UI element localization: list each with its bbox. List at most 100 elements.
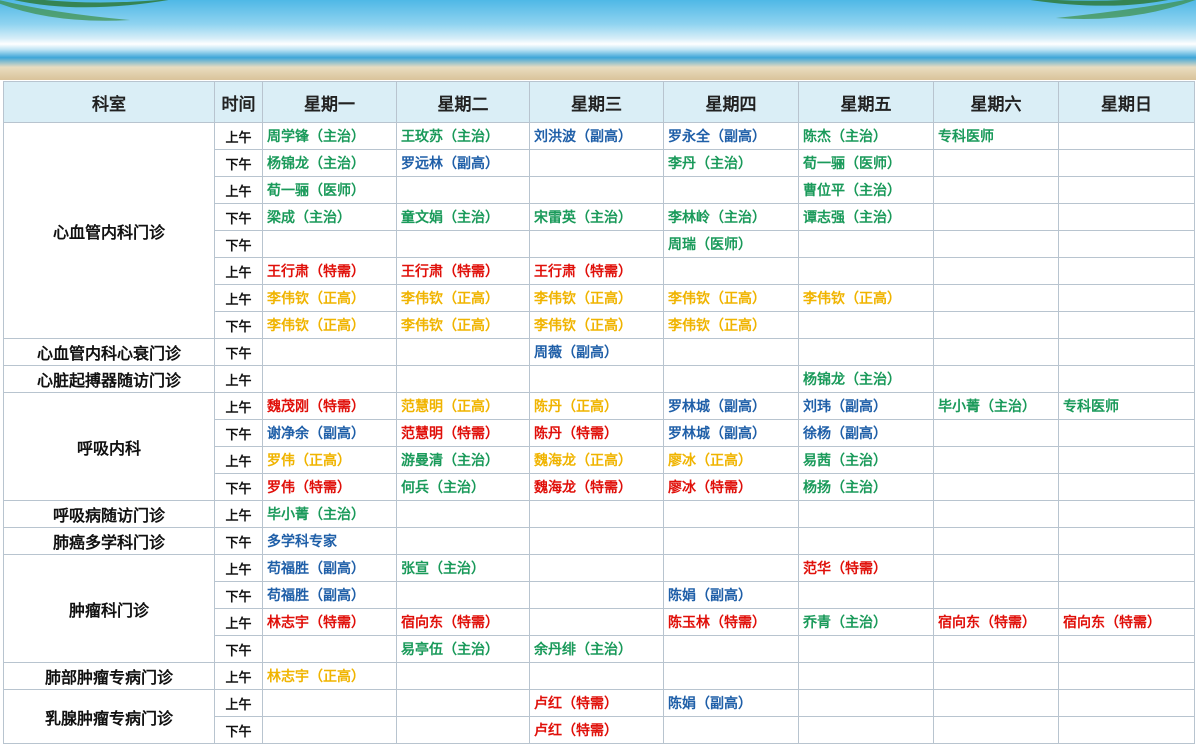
doctor-cell[interactable] bbox=[1058, 500, 1195, 528]
doctor-cell[interactable] bbox=[1058, 311, 1195, 339]
doctor-cell[interactable] bbox=[798, 635, 934, 663]
doctor-cell[interactable]: 李伟钦（正高） bbox=[798, 284, 934, 312]
doctor-cell[interactable] bbox=[529, 662, 664, 690]
doctor-cell[interactable] bbox=[1058, 257, 1195, 285]
doctor-cell[interactable] bbox=[798, 311, 934, 339]
doctor-cell[interactable] bbox=[933, 230, 1059, 258]
doctor-cell[interactable]: 廖冰（特需） bbox=[663, 473, 799, 501]
doctor-cell[interactable] bbox=[933, 365, 1059, 393]
doctor-cell[interactable]: 周学锋（主治） bbox=[262, 122, 397, 150]
doctor-cell[interactable]: 魏海龙（特需） bbox=[529, 473, 664, 501]
doctor-cell[interactable]: 毕小菁（主治） bbox=[933, 392, 1059, 420]
doctor-cell[interactable]: 宿向东（特需） bbox=[396, 608, 530, 636]
doctor-cell[interactable] bbox=[1058, 473, 1195, 501]
doctor-cell[interactable]: 荀一骊（医师） bbox=[262, 176, 397, 204]
doctor-cell[interactable]: 罗伟（正高） bbox=[262, 446, 397, 474]
doctor-cell[interactable] bbox=[933, 500, 1059, 528]
doctor-cell[interactable] bbox=[396, 716, 530, 744]
doctor-cell[interactable] bbox=[1058, 230, 1195, 258]
doctor-cell[interactable] bbox=[933, 257, 1059, 285]
doctor-cell[interactable] bbox=[396, 527, 530, 555]
doctor-cell[interactable] bbox=[1058, 365, 1195, 393]
doctor-cell[interactable]: 王行肃（特需） bbox=[396, 257, 530, 285]
doctor-cell[interactable] bbox=[933, 581, 1059, 609]
doctor-cell[interactable]: 魏茂刚（特需） bbox=[262, 392, 397, 420]
doctor-cell[interactable]: 刘洪波（副高） bbox=[529, 122, 664, 150]
doctor-cell[interactable] bbox=[933, 203, 1059, 231]
doctor-cell[interactable]: 李林岭（主治） bbox=[663, 203, 799, 231]
doctor-cell[interactable]: 罗永全（副高） bbox=[663, 122, 799, 150]
doctor-cell[interactable]: 周瑞（医师） bbox=[663, 230, 799, 258]
doctor-cell[interactable] bbox=[262, 365, 397, 393]
doctor-cell[interactable]: 张宣（主治） bbox=[396, 554, 530, 582]
doctor-cell[interactable] bbox=[1058, 122, 1195, 150]
doctor-cell[interactable]: 陈丹（特需） bbox=[529, 419, 664, 447]
doctor-cell[interactable] bbox=[1058, 662, 1195, 690]
doctor-cell[interactable] bbox=[1058, 716, 1195, 744]
doctor-cell[interactable]: 王行肃（特需） bbox=[262, 257, 397, 285]
doctor-cell[interactable]: 宿向东（特需） bbox=[933, 608, 1059, 636]
doctor-cell[interactable] bbox=[1058, 176, 1195, 204]
doctor-cell[interactable] bbox=[529, 554, 664, 582]
doctor-cell[interactable]: 专科医师 bbox=[1058, 392, 1195, 420]
doctor-cell[interactable] bbox=[1058, 635, 1195, 663]
doctor-cell[interactable] bbox=[933, 149, 1059, 177]
doctor-cell[interactable] bbox=[798, 662, 934, 690]
doctor-cell[interactable]: 罗林城（副高） bbox=[663, 419, 799, 447]
doctor-cell[interactable] bbox=[933, 419, 1059, 447]
doctor-cell[interactable] bbox=[663, 635, 799, 663]
doctor-cell[interactable]: 卢红（特需） bbox=[529, 716, 664, 744]
doctor-cell[interactable] bbox=[933, 716, 1059, 744]
doctor-cell[interactable]: 刘玮（副高） bbox=[798, 392, 934, 420]
doctor-cell[interactable]: 荀一骊（医师） bbox=[798, 149, 934, 177]
doctor-cell[interactable] bbox=[933, 311, 1059, 339]
doctor-cell[interactable] bbox=[663, 338, 799, 366]
doctor-cell[interactable] bbox=[663, 365, 799, 393]
doctor-cell[interactable]: 范慧明（特需） bbox=[396, 419, 530, 447]
doctor-cell[interactable] bbox=[933, 527, 1059, 555]
doctor-cell[interactable]: 苟福胜（副高） bbox=[262, 581, 397, 609]
doctor-cell[interactable] bbox=[798, 527, 934, 555]
doctor-cell[interactable] bbox=[396, 230, 530, 258]
doctor-cell[interactable] bbox=[933, 635, 1059, 663]
doctor-cell[interactable] bbox=[933, 338, 1059, 366]
doctor-cell[interactable] bbox=[396, 338, 530, 366]
doctor-cell[interactable] bbox=[1058, 149, 1195, 177]
doctor-cell[interactable] bbox=[396, 581, 530, 609]
doctor-cell[interactable]: 李伟钦（正高） bbox=[663, 311, 799, 339]
doctor-cell[interactable] bbox=[529, 176, 664, 204]
doctor-cell[interactable] bbox=[529, 527, 664, 555]
doctor-cell[interactable] bbox=[933, 446, 1059, 474]
doctor-cell[interactable]: 陈玉林（特需） bbox=[663, 608, 799, 636]
doctor-cell[interactable] bbox=[933, 284, 1059, 312]
doctor-cell[interactable]: 陈娟（副高） bbox=[663, 581, 799, 609]
doctor-cell[interactable] bbox=[529, 581, 664, 609]
doctor-cell[interactable]: 曹位平（主治） bbox=[798, 176, 934, 204]
doctor-cell[interactable] bbox=[933, 662, 1059, 690]
doctor-cell[interactable]: 专科医师 bbox=[933, 122, 1059, 150]
doctor-cell[interactable]: 罗林城（副高） bbox=[663, 392, 799, 420]
doctor-cell[interactable]: 李伟钦（正高） bbox=[396, 284, 530, 312]
doctor-cell[interactable]: 宋雷英（主治） bbox=[529, 203, 664, 231]
doctor-cell[interactable] bbox=[933, 554, 1059, 582]
doctor-cell[interactable]: 林志宇（特需） bbox=[262, 608, 397, 636]
doctor-cell[interactable]: 毕小菁（主治） bbox=[262, 500, 397, 528]
doctor-cell[interactable]: 余丹绯（主治） bbox=[529, 635, 664, 663]
doctor-cell[interactable]: 罗伟（特需） bbox=[262, 473, 397, 501]
doctor-cell[interactable] bbox=[262, 716, 397, 744]
doctor-cell[interactable]: 李丹（主治） bbox=[663, 149, 799, 177]
doctor-cell[interactable] bbox=[798, 338, 934, 366]
doctor-cell[interactable]: 梁成（主治） bbox=[262, 203, 397, 231]
doctor-cell[interactable]: 李伟钦（正高） bbox=[262, 311, 397, 339]
doctor-cell[interactable]: 陈丹（正高） bbox=[529, 392, 664, 420]
doctor-cell[interactable] bbox=[798, 230, 934, 258]
doctor-cell[interactable]: 多学科专家 bbox=[262, 527, 397, 555]
doctor-cell[interactable]: 陈娟（副高） bbox=[663, 689, 799, 717]
doctor-cell[interactable] bbox=[663, 554, 799, 582]
doctor-cell[interactable]: 杨锦龙（主治） bbox=[262, 149, 397, 177]
doctor-cell[interactable]: 李伟钦（正高） bbox=[396, 311, 530, 339]
doctor-cell[interactable] bbox=[1058, 554, 1195, 582]
doctor-cell[interactable] bbox=[1058, 527, 1195, 555]
doctor-cell[interactable] bbox=[529, 149, 664, 177]
doctor-cell[interactable] bbox=[798, 500, 934, 528]
